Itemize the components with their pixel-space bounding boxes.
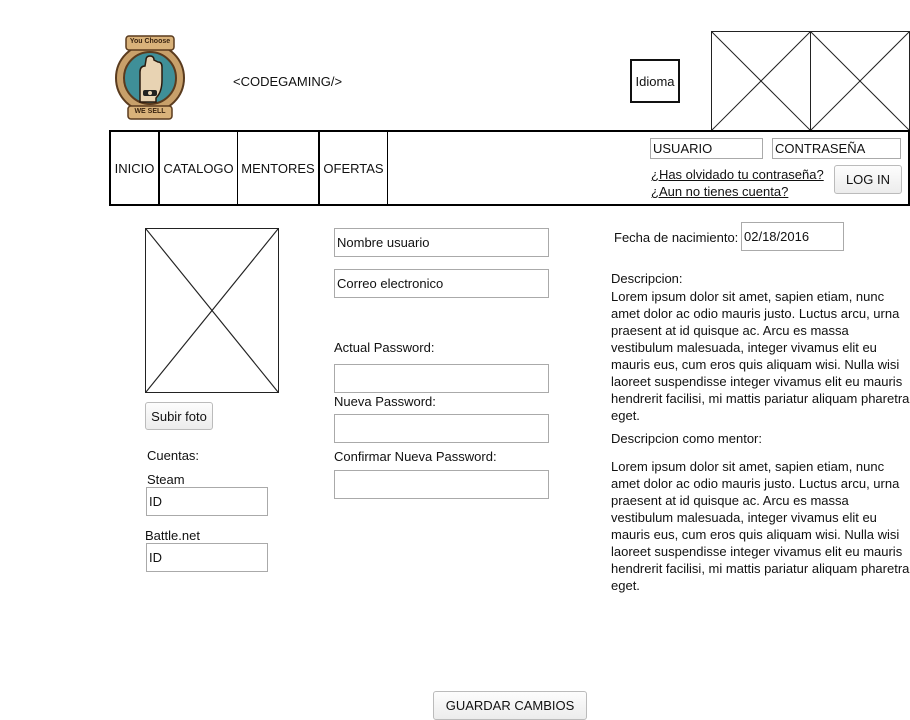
login-password-field[interactable]: CONTRASEÑA [772, 138, 901, 159]
description-label: Descripcion: [611, 271, 683, 286]
username-input[interactable]: Nombre usuario [334, 228, 549, 257]
battlenet-label: Battle.net [145, 528, 200, 543]
logo-bottom-text: WE SELL [134, 108, 166, 115]
new-password-input[interactable] [334, 414, 549, 443]
profile-photo-placeholder [145, 228, 279, 393]
language-button[interactable]: Idioma [630, 59, 680, 103]
birthdate-input[interactable]: 02/18/2016 [741, 222, 844, 251]
steam-label: Steam [147, 472, 185, 487]
save-changes-button[interactable]: GUARDAR CAMBIOS [433, 691, 587, 720]
forgot-password-link[interactable]: ¿Has olvidado tu contraseña? [651, 167, 824, 182]
logo-top-text: You Choose [129, 38, 171, 45]
register-link[interactable]: ¿Aun no tienes cuenta? [651, 184, 788, 199]
banner-image-placeholder-2 [810, 31, 910, 131]
login-button[interactable]: LOG IN [834, 165, 902, 194]
site-name: <CODEGAMING/> [233, 74, 343, 89]
steam-id-input[interactable]: ID [146, 487, 268, 516]
current-password-input[interactable] [334, 364, 549, 393]
nav-item-catalogo[interactable]: CATALOGO [160, 132, 238, 204]
banner-image-placeholder-1 [711, 31, 811, 131]
confirm-password-label: Confirmar Nueva Password: [334, 449, 497, 464]
nav-item-ofertas[interactable]: OFERTAS [320, 132, 388, 204]
mentor-description-text: Lorem ipsum dolor sit amet, sapien etiam… [611, 459, 910, 593]
confirm-password-input[interactable] [334, 470, 549, 499]
login-username-field[interactable]: USUARIO [650, 138, 763, 159]
email-input[interactable]: Correo electronico [334, 269, 549, 298]
accounts-label: Cuentas: [147, 448, 200, 463]
description-text: Lorem ipsum dolor sit amet, sapien etiam… [611, 289, 910, 423]
nav-item-mentores[interactable]: MENTORES [238, 132, 320, 204]
mentor-description-label: Descripcion como mentor: [611, 431, 762, 446]
upload-photo-button[interactable]: Subir foto [145, 402, 213, 430]
new-password-label: Nueva Password: [334, 394, 436, 409]
battlenet-id-input[interactable]: ID [146, 543, 268, 572]
nav-item-inicio[interactable]: INICIO [111, 132, 160, 204]
current-password-label: Actual Password: [334, 340, 435, 355]
birthdate-label: Fecha de nacimiento: [614, 230, 739, 245]
